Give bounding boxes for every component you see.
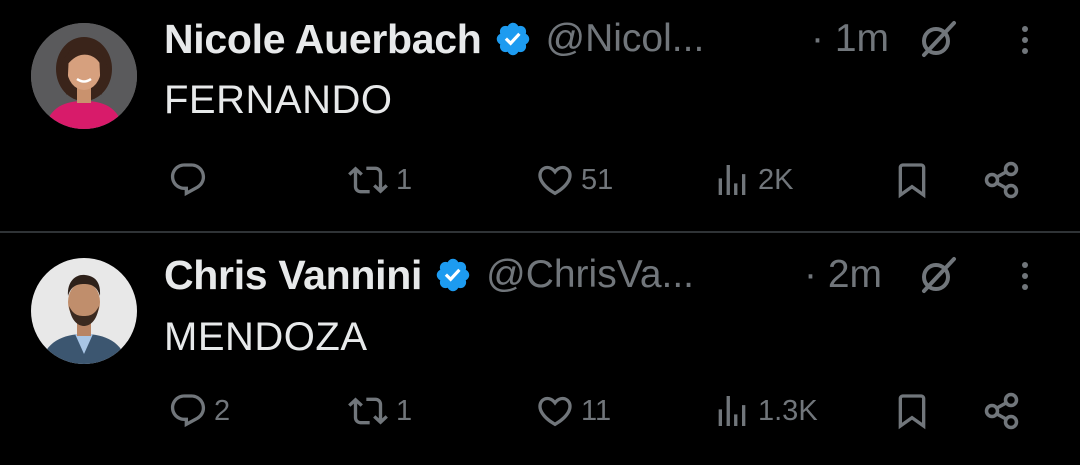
- tweet-time[interactable]: · 1m: [811, 17, 889, 61]
- like-count: 51: [581, 163, 614, 196]
- heart-icon: [535, 160, 575, 200]
- more-icon[interactable]: [1020, 25, 1030, 55]
- author-name[interactable]: Chris Vannini: [164, 252, 422, 299]
- share-icon: [982, 391, 1022, 431]
- tweet[interactable]: Chris Vannini @ChrisVa... · 2m MENDOZA 2…: [0, 233, 1080, 465]
- retweet-count: 1: [396, 394, 413, 427]
- retweet-icon: [346, 160, 390, 200]
- reply-count: 2: [214, 394, 231, 427]
- share-button[interactable]: [982, 381, 1022, 441]
- views-count: 2K: [758, 163, 794, 196]
- tweet[interactable]: Nicole Auerbach @Nicol... · 1m FERNANDO: [0, 0, 1080, 232]
- tweet-actions: 2 1 11 1.3K: [0, 381, 1080, 441]
- avatar[interactable]: [31, 23, 137, 129]
- tweet-time[interactable]: · 2m: [804, 253, 882, 297]
- retweet-icon: [346, 391, 390, 431]
- share-button[interactable]: [982, 150, 1022, 210]
- tweet-header: Nicole Auerbach @Nicol... · 1m: [164, 14, 1080, 64]
- views-icon: [712, 160, 752, 200]
- bookmark-icon: [892, 390, 932, 432]
- heart-icon: [535, 391, 575, 431]
- tweet-text: MENDOZA: [164, 315, 368, 359]
- views-button[interactable]: 1.3K: [712, 381, 818, 441]
- tweet-header: Chris Vannini @ChrisVa... · 2m: [164, 250, 1080, 300]
- like-button[interactable]: 51: [535, 150, 613, 210]
- bookmark-icon: [892, 159, 932, 201]
- retweet-button[interactable]: 1: [346, 381, 412, 441]
- tweet-actions: 1 51 2K: [0, 150, 1080, 210]
- bookmark-button[interactable]: [892, 150, 932, 210]
- verified-badge-icon[interactable]: [494, 20, 532, 58]
- author-name[interactable]: Nicole Auerbach: [164, 16, 482, 63]
- views-count: 1.3K: [758, 394, 818, 427]
- verified-badge-icon[interactable]: [434, 256, 472, 294]
- like-button[interactable]: 11: [535, 381, 611, 441]
- reply-icon: [168, 160, 208, 200]
- bookmark-button[interactable]: [892, 381, 932, 441]
- grok-icon[interactable]: [916, 253, 960, 297]
- views-button[interactable]: 2K: [712, 150, 793, 210]
- retweet-button[interactable]: 1: [346, 150, 412, 210]
- more-icon[interactable]: [1020, 261, 1030, 291]
- reply-button[interactable]: [168, 150, 214, 210]
- retweet-count: 1: [396, 163, 413, 196]
- share-icon: [982, 160, 1022, 200]
- author-handle[interactable]: @Nicol...: [546, 17, 705, 61]
- grok-icon[interactable]: [916, 17, 960, 61]
- reply-icon: [168, 391, 208, 431]
- like-count: 11: [581, 394, 612, 427]
- avatar[interactable]: [31, 258, 137, 364]
- reply-button[interactable]: 2: [168, 381, 230, 441]
- author-handle[interactable]: @ChrisVa...: [486, 253, 694, 297]
- tweet-text: FERNANDO: [164, 78, 393, 122]
- views-icon: [712, 391, 752, 431]
